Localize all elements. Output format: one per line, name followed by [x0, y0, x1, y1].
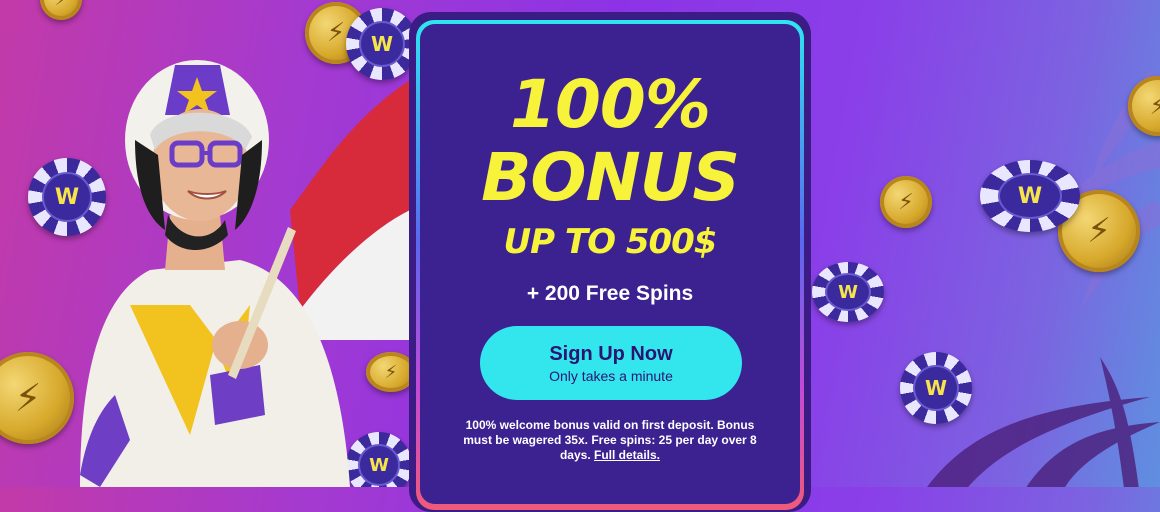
- sign-up-button[interactable]: Sign Up Now Only takes a minute: [480, 326, 742, 400]
- poker-chip-icon: W: [812, 262, 884, 322]
- sign-up-label: Sign Up Now: [549, 342, 673, 365]
- headline-amount: UP TO 500$: [503, 222, 718, 262]
- full-details-link[interactable]: Full details.: [594, 448, 660, 462]
- free-spins-text: + 200 Free Spins: [526, 282, 694, 305]
- poker-chip-icon: W: [900, 352, 972, 424]
- sign-up-sublabel: Only takes a minute: [549, 367, 673, 384]
- coin-icon: ⚡: [880, 176, 932, 228]
- headline-percent: 100%: [510, 66, 711, 143]
- headline-bonus: BONUS: [481, 139, 740, 216]
- rider-illustration: [80, 60, 350, 487]
- promo-panel: 100% BONUS UP TO 500$ + 200 Free Spins S…: [420, 24, 800, 504]
- terms-text: 100% welcome bonus valid on first deposi…: [460, 418, 760, 463]
- coin-icon: ⚡: [40, 0, 82, 20]
- poker-chip-icon: W: [980, 160, 1080, 232]
